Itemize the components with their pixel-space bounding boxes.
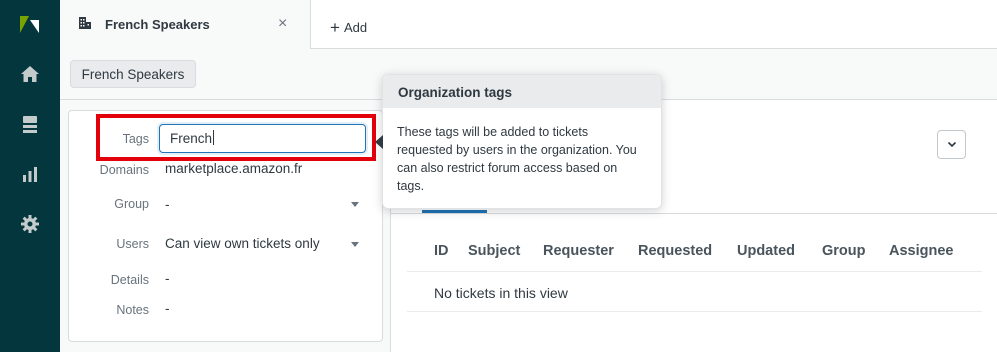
column-header-assignee[interactable]: Assignee: [889, 243, 953, 259]
details-value[interactable]: -: [165, 271, 170, 286]
left-nav: [0, 0, 60, 352]
column-header-updated[interactable]: Updated: [737, 243, 795, 259]
group-select[interactable]: -: [165, 197, 170, 212]
close-icon[interactable]: ×: [278, 15, 287, 33]
chevron-down-icon[interactable]: [351, 242, 359, 247]
tooltip-body: These tags will be added to tickets requ…: [397, 125, 637, 193]
domains-label: Domains: [99, 163, 149, 177]
top-tab-bar: French Speakers × + Add: [60, 0, 997, 49]
tabs-divider: [391, 213, 997, 214]
notes-value[interactable]: -: [165, 301, 170, 316]
column-header-requester[interactable]: Requester: [543, 243, 614, 259]
chevron-down-icon[interactable]: [351, 202, 359, 207]
users-label: Users: [116, 237, 149, 251]
home-icon[interactable]: [0, 52, 60, 96]
add-button[interactable]: + Add: [330, 17, 367, 37]
details-label: Details: [110, 273, 149, 287]
tooltip-title: Organization tags: [383, 75, 661, 108]
column-header-id[interactable]: ID: [434, 243, 449, 259]
breadcrumb-organization[interactable]: French Speakers: [70, 60, 196, 88]
views-icon[interactable]: [0, 102, 60, 146]
column-header-subject[interactable]: Subject: [468, 243, 520, 259]
notes-label: Notes: [116, 303, 149, 317]
zendesk-logo-icon[interactable]: [0, 2, 60, 46]
settings-icon[interactable]: [0, 202, 60, 246]
tooltip-arrow: [375, 135, 383, 149]
group-label: Group: [114, 197, 149, 211]
table-row-divider: [407, 311, 982, 312]
domains-value[interactable]: marketplace.amazon.fr: [165, 161, 302, 176]
options-menu-button[interactable]: [937, 130, 966, 159]
users-select[interactable]: Can view own tickets only: [165, 236, 320, 251]
chevron-down-icon: [947, 141, 956, 148]
table-header-divider: [407, 271, 982, 272]
reporting-icon[interactable]: [0, 152, 60, 196]
empty-table-message: No tickets in this view: [434, 285, 568, 301]
tags-highlight-box: [96, 114, 376, 161]
tab-title: French Speakers: [105, 17, 210, 32]
organization-icon: [78, 16, 92, 35]
column-header-requested[interactable]: Requested: [638, 243, 712, 259]
organization-tags-tooltip: Organization tags These tags will be add…: [375, 74, 662, 209]
column-header-group[interactable]: Group: [822, 243, 866, 259]
tab-french-speakers[interactable]: French Speakers ×: [60, 0, 311, 49]
add-label: Add: [343, 20, 368, 35]
plus-icon: +: [330, 18, 340, 37]
